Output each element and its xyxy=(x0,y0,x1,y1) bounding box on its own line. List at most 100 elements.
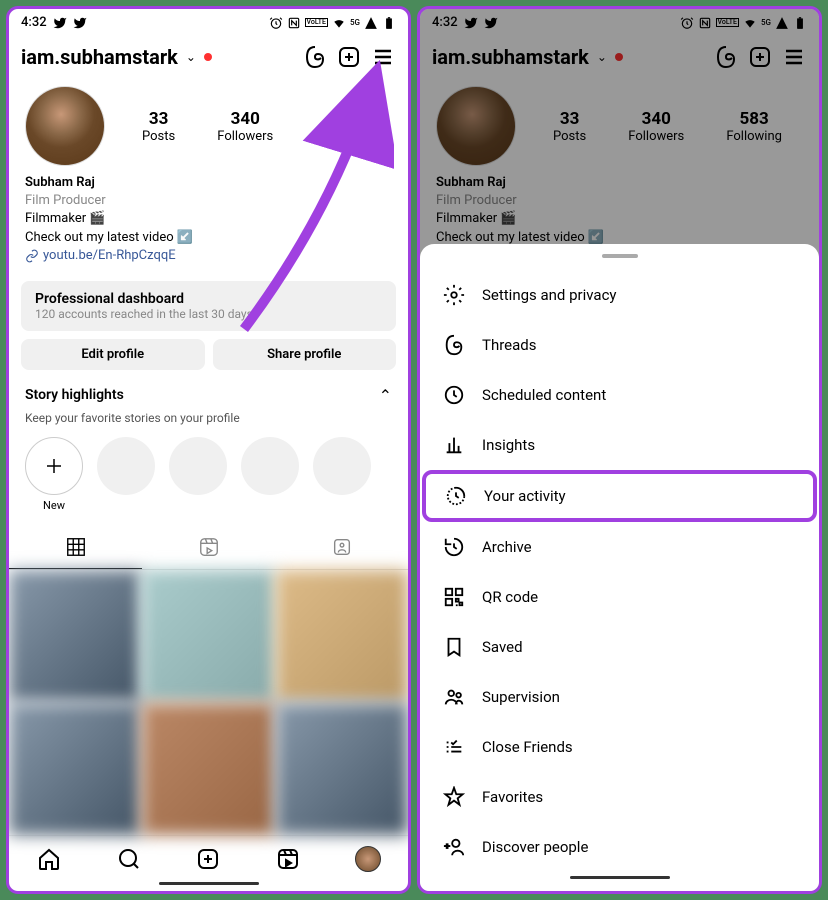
highlight-placeholder xyxy=(97,437,155,495)
nfc-icon xyxy=(698,16,712,30)
menu-close-friends[interactable]: Close Friends xyxy=(420,722,819,772)
profile-info: 33 Posts 340 Followers 583 Following xyxy=(9,78,408,174)
username[interactable]: iam.subhamstark xyxy=(432,45,589,69)
menu-insights[interactable]: Insights xyxy=(420,420,819,470)
threads-icon xyxy=(442,333,466,357)
username[interactable]: iam.subhamstark xyxy=(21,45,178,69)
post-thumbnail[interactable] xyxy=(276,703,408,835)
profile-screen: 4:32 VoLTE 5G iam.subhamstark ⌄ xyxy=(6,6,411,894)
menu-saved[interactable]: Saved xyxy=(420,622,819,672)
gear-icon xyxy=(442,283,466,307)
network-icon: 5G xyxy=(350,18,360,27)
threads-icon[interactable] xyxy=(302,44,328,70)
status-time: 4:32 xyxy=(432,15,458,30)
volte-icon: VoLTE xyxy=(716,18,739,27)
tagged-tab[interactable] xyxy=(275,526,408,569)
notification-dot xyxy=(204,53,212,61)
bio-link[interactable]: youtu.be/En-RhpCzqqE xyxy=(25,247,392,265)
bookmark-icon xyxy=(442,635,466,659)
create-icon[interactable] xyxy=(336,44,362,70)
bio-name: Subham Raj xyxy=(25,174,392,192)
professional-dashboard[interactable]: Professional dashboard 120 accounts reac… xyxy=(21,281,396,331)
twitter-icon xyxy=(464,16,478,30)
avatar[interactable] xyxy=(436,86,516,166)
chart-icon xyxy=(442,433,466,457)
add-person-icon xyxy=(442,835,466,859)
new-highlight[interactable]: New xyxy=(25,437,83,512)
volte-icon: VoLTE xyxy=(305,18,328,27)
post-thumbnail[interactable] xyxy=(9,570,141,702)
twitter-icon xyxy=(53,16,67,30)
menu-icon[interactable] xyxy=(370,44,396,70)
highlight-placeholder xyxy=(241,437,299,495)
avatar[interactable] xyxy=(25,86,105,166)
bottom-sheet: Settings and privacy Threads Scheduled c… xyxy=(420,244,819,891)
highlight-placeholder xyxy=(313,437,371,495)
profile-nav-icon[interactable] xyxy=(355,846,381,872)
status-bar: 4:32 VoLTE 5G xyxy=(420,9,819,36)
following-stat[interactable]: 583 Following xyxy=(315,109,371,144)
nfc-icon xyxy=(287,16,301,30)
highlight-placeholder xyxy=(169,437,227,495)
chevron-down-icon[interactable]: ⌄ xyxy=(186,50,196,64)
signal-icon xyxy=(775,16,789,30)
post-thumbnail[interactable] xyxy=(276,570,408,702)
followers-stat[interactable]: 340 Followers xyxy=(217,109,273,144)
home-icon[interactable] xyxy=(36,846,62,872)
share-profile-button[interactable]: Share profile xyxy=(213,339,397,370)
alarm-icon xyxy=(269,16,283,30)
wifi-icon xyxy=(332,16,346,30)
followers-stat[interactable]: 340Followers xyxy=(628,109,684,144)
twitter-icon xyxy=(484,16,498,30)
clock-icon xyxy=(442,383,466,407)
close-friends-icon xyxy=(442,735,466,759)
menu-qr[interactable]: QR code xyxy=(420,572,819,622)
home-indicator xyxy=(159,882,259,885)
bio: Subham Raj Film Producer Filmmaker 🎬 Che… xyxy=(9,174,408,273)
people-icon xyxy=(442,685,466,709)
twitter-icon xyxy=(73,16,87,30)
menu-icon[interactable] xyxy=(781,44,807,70)
menu-discover[interactable]: Discover people xyxy=(420,822,819,872)
following-stat[interactable]: 583Following xyxy=(726,109,782,144)
chevron-down-icon[interactable]: ⌄ xyxy=(597,50,607,64)
menu-scheduled[interactable]: Scheduled content xyxy=(420,370,819,420)
bio-line: Filmmaker 🎬 xyxy=(25,210,392,228)
menu-archive[interactable]: Archive xyxy=(420,522,819,572)
edit-profile-button[interactable]: Edit profile xyxy=(21,339,205,370)
bio-category: Film Producer xyxy=(25,192,392,210)
battery-icon xyxy=(382,16,396,30)
home-indicator xyxy=(570,876,670,879)
threads-icon[interactable] xyxy=(713,44,739,70)
star-icon xyxy=(442,785,466,809)
posts-grid xyxy=(9,570,408,835)
signal-icon xyxy=(364,16,378,30)
menu-your-activity[interactable]: Your activity xyxy=(422,470,817,522)
bottom-nav xyxy=(9,835,408,878)
network-icon: 5G xyxy=(761,18,771,27)
post-thumbnail[interactable] xyxy=(142,570,274,702)
posts-stat[interactable]: 33 Posts xyxy=(142,109,175,144)
menu-threads[interactable]: Threads xyxy=(420,320,819,370)
menu-supervision[interactable]: Supervision xyxy=(420,672,819,722)
activity-icon xyxy=(444,484,468,508)
post-thumbnail[interactable] xyxy=(142,703,274,835)
grid-tab[interactable] xyxy=(9,526,142,569)
post-thumbnail[interactable] xyxy=(9,703,141,835)
menu-screen: 4:32 VoLTE 5G iam.subhamstark ⌄ 33Posts … xyxy=(417,6,822,894)
status-time: 4:32 xyxy=(21,15,47,30)
reels-nav-icon[interactable] xyxy=(275,846,301,872)
reels-tab[interactable] xyxy=(142,526,275,569)
chevron-up-icon[interactable]: ⌃ xyxy=(379,386,392,405)
sheet-handle[interactable] xyxy=(602,254,638,258)
qr-icon xyxy=(442,585,466,609)
profile-header: iam.subhamstark ⌄ xyxy=(9,36,408,78)
menu-favorites[interactable]: Favorites xyxy=(420,772,819,822)
create-nav-icon[interactable] xyxy=(195,846,221,872)
search-icon[interactable] xyxy=(116,846,142,872)
posts-stat[interactable]: 33Posts xyxy=(553,109,586,144)
menu-settings[interactable]: Settings and privacy xyxy=(420,270,819,320)
create-icon[interactable] xyxy=(747,44,773,70)
status-bar: 4:32 VoLTE 5G xyxy=(9,9,408,36)
bio-line: Check out my latest video ↙️ xyxy=(25,229,392,247)
